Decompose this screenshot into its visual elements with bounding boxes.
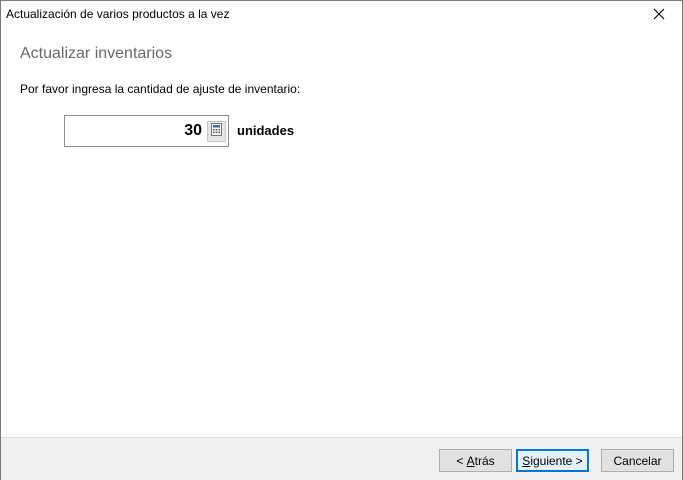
close-button[interactable] [636, 1, 682, 30]
next-button[interactable]: Siguiente > [516, 449, 589, 472]
quantity-value: 30 [184, 122, 202, 139]
close-icon [653, 7, 665, 25]
instruction-text: Por favor ingresa la cantidad de ajuste … [20, 82, 301, 96]
cancel-button[interactable]: Cancelar [601, 449, 674, 472]
quantity-input[interactable]: 30 [64, 115, 229, 147]
calculator-icon [211, 122, 222, 141]
window-title: Actualización de varios productos a la v… [6, 7, 230, 21]
back-button[interactable]: < Atrás [439, 449, 512, 472]
unit-label: unidades [237, 123, 295, 138]
page-heading: Actualizar inventarios [20, 45, 173, 62]
title-bar: Actualización de varios productos a la v… [1, 1, 682, 30]
button-bar: < Atrás Siguiente > Cancelar [1, 437, 682, 480]
calculator-button[interactable] [207, 121, 226, 142]
next-label-rest: iguiente > [530, 453, 583, 468]
back-label-rest: trás [474, 453, 495, 468]
back-mnemonic: A [466, 453, 475, 468]
dialog-window: Actualización de varios productos a la v… [0, 0, 683, 480]
back-prefix: < [456, 453, 467, 468]
next-mnemonic: S [522, 453, 531, 468]
